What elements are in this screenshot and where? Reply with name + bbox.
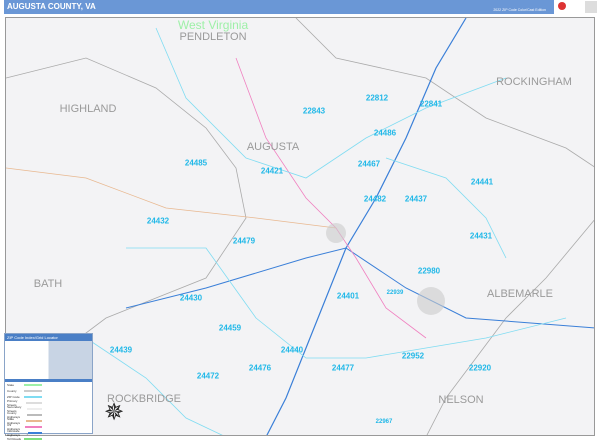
zip-label: 24437 xyxy=(404,194,428,204)
map-title: AUGUSTA COUNTY, VA xyxy=(7,2,96,11)
county-label: BATH xyxy=(33,278,63,290)
county-label: AUGUSTA xyxy=(246,141,300,153)
zip-label: 22952 xyxy=(401,351,425,361)
legend-swatch xyxy=(24,438,42,440)
edition-label: 2022 ZIP Code Color/Cast Edition xyxy=(493,8,546,12)
zip-label: 22843 xyxy=(302,106,326,116)
state-label: West Virginia xyxy=(177,18,249,32)
zip-label: 24432 xyxy=(146,216,170,226)
legend-swatch xyxy=(26,414,42,416)
zip-label: 24440 xyxy=(280,345,304,355)
zip-label: 24431 xyxy=(469,231,493,241)
zip-index-table xyxy=(5,341,92,379)
legend-label: State xyxy=(7,383,15,387)
legend-swatch xyxy=(24,426,42,428)
zip-label: 24485 xyxy=(184,158,208,168)
legend-swatch xyxy=(24,396,42,398)
county-label: ALBEMARLE xyxy=(486,288,554,300)
legend-item: Toll Roads xyxy=(5,436,92,442)
legend-swatch xyxy=(24,384,42,386)
zip-label: 22939 xyxy=(386,290,404,296)
zip-label: 24441 xyxy=(470,177,494,187)
zip-label: 22841 xyxy=(419,99,443,109)
title-bar: AUGUSTA COUNTY, VA 2022 ZIP Code Color/C… xyxy=(4,0,554,14)
zip-label: 24401 xyxy=(336,291,360,301)
zip-label: 24476 xyxy=(248,363,272,373)
legend-label: County xyxy=(7,389,17,393)
legend-swatch xyxy=(25,402,42,404)
legend-swatch xyxy=(27,408,42,410)
legend-label: Toll Roads xyxy=(7,437,22,441)
legend-swatch xyxy=(24,390,42,392)
zip-label: 24472 xyxy=(196,371,220,381)
legend-title: ZIP Code Index/Grid Locator xyxy=(5,334,92,341)
county-label: NELSON xyxy=(438,394,484,406)
zip-label: 24477 xyxy=(331,363,355,373)
county-label: ROCKINGHAM xyxy=(496,76,572,88)
zip-label: 24459 xyxy=(218,323,242,333)
legend: ZIP Code Index/Grid Locator State County… xyxy=(4,333,93,441)
zip-label: 24430 xyxy=(179,293,203,303)
zip-label: 24467 xyxy=(357,159,381,169)
zip-label: 22980 xyxy=(417,266,441,276)
zip-label: 22812 xyxy=(365,93,389,103)
publisher-logo xyxy=(556,0,598,14)
county-label: HIGHLAND xyxy=(59,103,117,115)
zip-label: 24479 xyxy=(232,236,256,246)
zip-label: 22967 xyxy=(375,419,393,425)
map-canvas[interactable]: West Virginia PENDLETON ROCKINGHAM HIGHL… xyxy=(5,17,595,436)
zip-label: 24486 xyxy=(373,128,397,138)
compass-rose-icon: ✵ xyxy=(104,399,125,426)
legend-swatch xyxy=(25,420,42,422)
zip-label: 22920 xyxy=(468,363,492,373)
legend-swatch xyxy=(27,432,42,434)
county-label: PENDLETON xyxy=(179,31,247,43)
zip-label: 24482 xyxy=(363,194,387,204)
zip-label: 24439 xyxy=(109,345,133,355)
zip-label: 24421 xyxy=(260,166,284,176)
